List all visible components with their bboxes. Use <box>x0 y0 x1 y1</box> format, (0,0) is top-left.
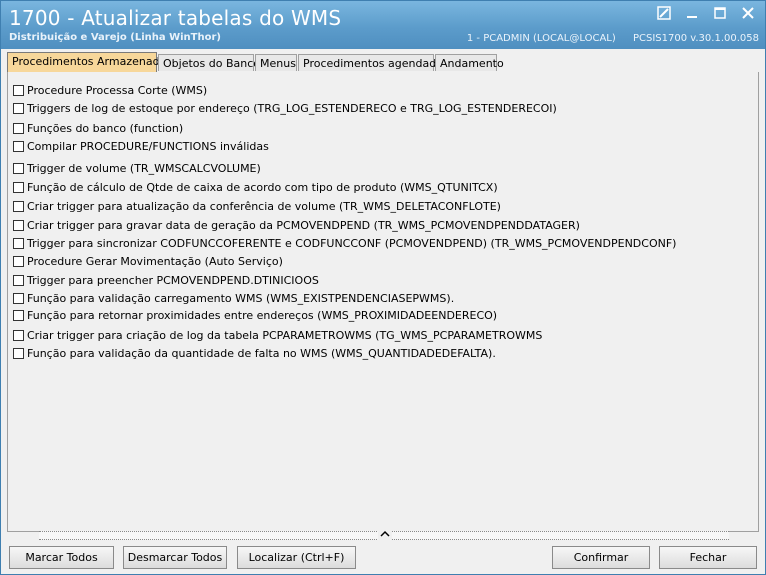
checkbox[interactable] <box>13 122 24 134</box>
list-item[interactable]: Procedure Gerar Movimentação (Auto Servi… <box>13 254 283 268</box>
list-item[interactable]: Criar trigger para criação de log da tab… <box>13 328 542 342</box>
list-item[interactable]: Função para retornar proximidades entre … <box>13 308 497 322</box>
checkbox[interactable] <box>13 102 24 114</box>
checkbox[interactable] <box>13 219 24 231</box>
window-subtitle: Distribuição e Varejo (Linha WinThor) <box>9 32 221 43</box>
title-bar[interactable]: 1700 - Atualizar tabelas do WMS Distribu… <box>1 1 765 49</box>
checkbox[interactable] <box>13 255 24 267</box>
minimize-icon[interactable] <box>681 6 703 24</box>
item-label: Procedure Processa Corte (WMS) <box>27 83 208 97</box>
tab-menus[interactable]: Menus <box>255 54 297 71</box>
item-label: Criar trigger para gravar data de geraçã… <box>27 218 580 232</box>
item-label: Trigger para sincronizar CODFUNCCOFERENT… <box>27 236 677 250</box>
list-item[interactable]: Funções do banco (function) <box>13 121 183 135</box>
item-label: Funções do banco (function) <box>27 121 184 135</box>
list-item[interactable]: Triggers de log de estoque por endereço … <box>13 101 557 115</box>
close-button[interactable]: Fechar <box>659 546 757 569</box>
select-all-button[interactable]: Marcar Todos <box>9 546 114 569</box>
chevron-up-icon[interactable] <box>378 530 392 540</box>
item-label: Criar trigger para criação de log da tab… <box>27 328 543 342</box>
checkbox[interactable] <box>13 84 24 96</box>
window-title: 1700 - Atualizar tabelas do WMS <box>9 6 342 30</box>
item-label: Triggers de log de estoque por endereço … <box>27 101 557 115</box>
checkbox[interactable] <box>13 200 24 212</box>
find-button[interactable]: Localizar (Ctrl+F) <box>237 546 356 569</box>
edit-icon[interactable] <box>653 6 675 24</box>
item-label: Função para validação carregamento WMS (… <box>27 291 455 305</box>
app-version: PCSIS1700 v.30.1.00.058 <box>632 33 759 44</box>
list-item[interactable]: Função para validação carregamento WMS (… <box>13 291 454 305</box>
checkbox[interactable] <box>13 237 24 249</box>
list-item[interactable]: Função de cálculo de Qtde de caixa de ac… <box>13 180 498 194</box>
confirm-button[interactable]: Confirmar <box>552 546 650 569</box>
list-item[interactable]: Criar trigger para gravar data de geraçã… <box>13 218 580 232</box>
checkbox[interactable] <box>13 181 24 193</box>
main-window: 1700 - Atualizar tabelas do WMS Distribu… <box>0 0 766 575</box>
list-item[interactable]: Compilar PROCEDURE/FUNCTIONS inválidas <box>13 139 269 153</box>
tab-objetos-do-banco[interactable]: Objetos do Banco <box>158 54 260 71</box>
checkbox[interactable] <box>13 292 24 304</box>
tab-procedimentos-armazenados[interactable]: Procedimentos Armazenados <box>7 52 172 73</box>
item-label: Trigger de volume (TR_WMSCALCVOLUME) <box>27 161 261 175</box>
close-icon[interactable] <box>737 6 759 24</box>
deselect-all-button[interactable]: Desmarcar Todos <box>123 546 227 569</box>
item-label: Compilar PROCEDURE/FUNCTIONS inválidas <box>27 139 269 153</box>
item-label: Procedure Gerar Movimentação (Auto Servi… <box>27 254 283 268</box>
user-info: 1 - PCADMIN (LOCAL@LOCAL) <box>466 33 616 44</box>
checkbox[interactable] <box>13 329 24 341</box>
list-item[interactable]: Trigger para preencher PCMOVENDPEND.DTIN… <box>13 273 319 287</box>
checkbox[interactable] <box>13 140 24 152</box>
item-label: Função para validação da quantidade de f… <box>27 346 496 360</box>
checkbox[interactable] <box>13 274 24 286</box>
list-item[interactable]: Procedure Processa Corte (WMS) <box>13 83 207 97</box>
list-item[interactable]: Criar trigger para atualização da confer… <box>13 199 501 213</box>
item-label: Trigger para preencher PCMOVENDPEND.DTIN… <box>27 273 319 287</box>
procedures-panel: Procedure Processa Corte (WMS) Triggers … <box>7 72 759 532</box>
tab-procedimentos-agendados[interactable]: Procedimentos agendados <box>298 54 449 71</box>
checkbox[interactable] <box>13 309 24 321</box>
item-label: Criar trigger para atualização da confer… <box>27 199 501 213</box>
list-item[interactable]: Trigger para sincronizar CODFUNCCOFERENT… <box>13 236 676 250</box>
item-label: Função de cálculo de Qtde de caixa de ac… <box>27 180 498 194</box>
checkbox[interactable] <box>13 162 24 174</box>
maximize-icon[interactable] <box>709 6 731 24</box>
checkbox[interactable] <box>13 347 24 359</box>
list-item[interactable]: Função para validação da quantidade de f… <box>13 346 496 360</box>
window-controls <box>653 6 759 24</box>
panel-splitter[interactable] <box>39 530 729 540</box>
tab-andamento[interactable]: Andamento <box>435 54 504 71</box>
item-label: Função para retornar proximidades entre … <box>27 308 498 322</box>
tab-bar: Procedimentos Armazenados Objetos do Ban… <box>7 52 759 73</box>
status-info: 1 - PCADMIN (LOCAL@LOCAL) PCSIS1700 v.30… <box>453 33 759 44</box>
list-item[interactable]: Trigger de volume (TR_WMSCALCVOLUME) <box>13 161 261 175</box>
